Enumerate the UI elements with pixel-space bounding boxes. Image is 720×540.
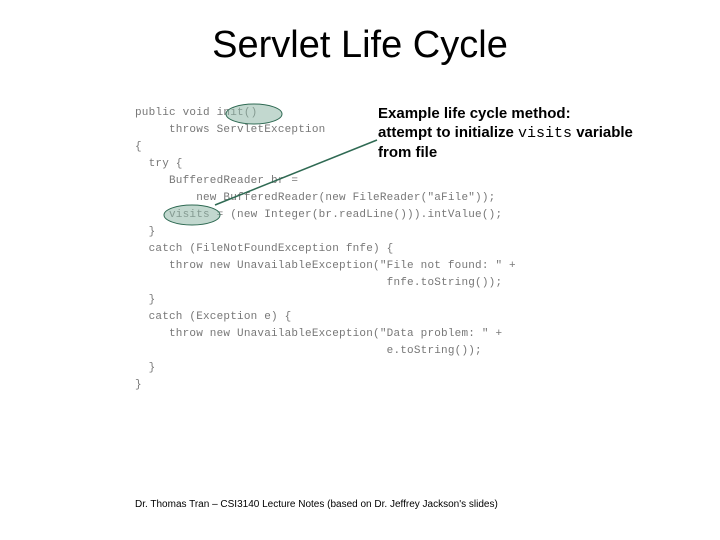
callout-line3: from file bbox=[378, 144, 698, 163]
footer-text: Dr. Thomas Tran – CSI3140 Lecture Notes … bbox=[135, 499, 498, 510]
callout-code-token: visits bbox=[518, 125, 572, 142]
slide: Servlet Life Cycle public void init() th… bbox=[0, 0, 720, 540]
callout-line1: Example life cycle method: bbox=[378, 105, 698, 124]
callout-line2c: variable bbox=[572, 124, 633, 141]
page-title: Servlet Life Cycle bbox=[0, 24, 720, 67]
callout-line2a: attempt to initialize bbox=[378, 124, 518, 141]
callout-line2: attempt to initialize visits variable bbox=[378, 124, 698, 144]
callout-box: Example life cycle method: attempt to in… bbox=[378, 105, 698, 162]
